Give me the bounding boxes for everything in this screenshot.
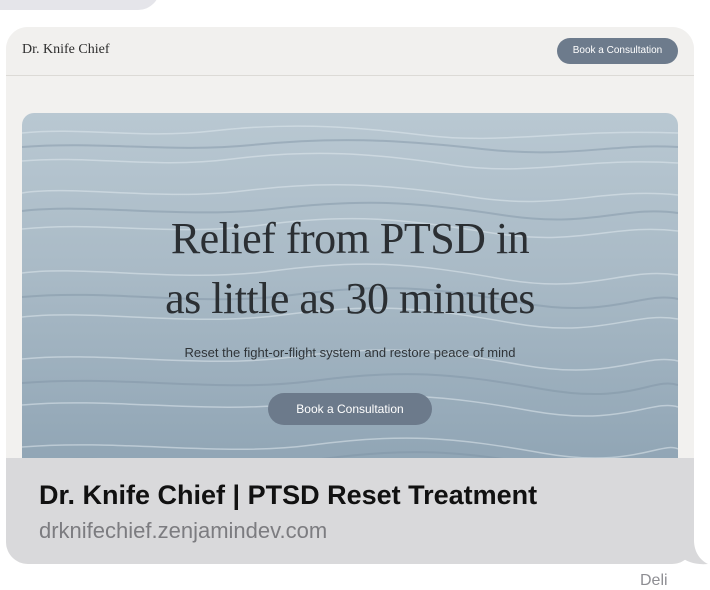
link-preview-title[interactable]: Dr. Knife Chief | PTSD Reset Treatment [39,480,537,511]
previous-message-bubble [0,0,160,10]
link-preview-card[interactable]: Dr. Knife Chief Book a Consultation Reli… [6,27,694,564]
hero-book-consultation-button[interactable]: Book a Consultation [268,393,432,425]
site-header: Dr. Knife Chief Book a Consultation [6,27,694,76]
hero-subtitle: Reset the fight-or-flight system and res… [184,345,516,360]
link-preview-domain[interactable]: drknifechief.zenjamindev.com [39,518,327,544]
hero-headline-line-2: as little as 30 minutes [165,274,535,323]
bubble-tail [680,540,708,565]
delivered-status: Deli [640,572,668,589]
hero-headline: Relief from PTSD in as little as 30 minu… [22,209,678,329]
hero-section: Relief from PTSD in as little as 30 minu… [22,113,678,473]
site-brand[interactable]: Dr. Knife Chief [22,42,109,58]
hero-headline-line-1: Relief from PTSD in [170,214,530,263]
header-book-consultation-button[interactable]: Book a Consultation [557,38,678,64]
link-preview-footer[interactable]: Dr. Knife Chief | PTSD Reset Treatment d… [6,458,694,564]
